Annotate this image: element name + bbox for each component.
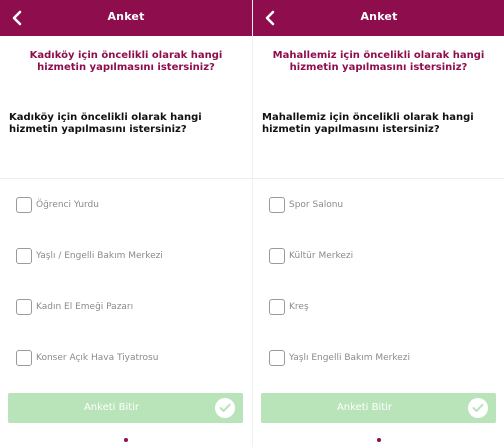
finish-survey-button[interactable]: Anketi Bitir xyxy=(8,393,243,423)
survey-screen: Anket Kadıköy için öncelikli olarak hang… xyxy=(0,0,252,447)
divider xyxy=(0,178,252,179)
header-title: Anket xyxy=(360,10,398,23)
check-circle-icon xyxy=(468,398,488,418)
option-label: Kültür Merkezi xyxy=(289,251,354,261)
divider xyxy=(253,178,504,179)
survey-screens: Anket Kadıköy için öncelikli olarak hang… xyxy=(0,0,504,447)
question-text: Mahallemiz için öncelikli olarak hangi h… xyxy=(262,112,474,135)
option-item[interactable]: Kadın El Emeği Pazarı xyxy=(16,296,244,318)
finish-survey-label: Anketi Bitir xyxy=(83,402,140,413)
option-item[interactable]: Spor Salonu xyxy=(269,194,496,216)
option-label: Kreş xyxy=(289,302,309,312)
option-checkbox[interactable] xyxy=(269,299,285,315)
option-label: Öğrenci Yurdu xyxy=(36,200,99,210)
app-header: Anket xyxy=(253,0,504,36)
option-item[interactable]: Konser Açık Hava Tiyatrosu xyxy=(16,347,244,369)
option-checkbox[interactable] xyxy=(16,350,32,366)
option-checkbox[interactable] xyxy=(269,248,285,264)
option-item[interactable]: Yaşlı / Engelli Bakım Merkezi xyxy=(16,245,244,267)
option-label: Konser Açık Hava Tiyatrosu xyxy=(36,353,159,363)
page-indicator-dot xyxy=(124,438,128,442)
option-label: Yaşlı Engelli Bakım Merkezi xyxy=(289,353,411,363)
check-circle-icon xyxy=(215,398,235,418)
option-checkbox[interactable] xyxy=(16,299,32,315)
option-checkbox[interactable] xyxy=(16,248,32,264)
question-heading: Mahallemiz için öncelikli olarak hangi h… xyxy=(272,50,485,73)
page-indicator-dot xyxy=(377,438,381,442)
question-text: Kadıköy için öncelikli olarak hangi hizm… xyxy=(9,112,202,135)
finish-survey-label: Anketi Bitir xyxy=(336,402,393,413)
option-checkbox[interactable] xyxy=(269,350,285,366)
finish-survey-button[interactable]: Anketi Bitir xyxy=(261,393,496,423)
option-label: Yaşlı / Engelli Bakım Merkezi xyxy=(36,251,163,261)
option-checkbox[interactable] xyxy=(269,197,285,213)
option-label: Kadın El Emeği Pazarı xyxy=(36,302,134,312)
app-header: Anket xyxy=(0,0,252,36)
option-checkbox[interactable] xyxy=(16,197,32,213)
option-item[interactable]: Kreş xyxy=(269,296,496,318)
survey-screen: Anket Mahallemiz için öncelikli olarak h… xyxy=(252,0,504,447)
header-title: Anket xyxy=(107,10,145,23)
option-item[interactable]: Kültür Merkezi xyxy=(269,245,496,267)
option-item[interactable]: Yaşlı Engelli Bakım Merkezi xyxy=(269,347,496,369)
question-heading: Kadıköy için öncelikli olarak hangi hizm… xyxy=(29,50,223,73)
option-label: Spor Salonu xyxy=(289,200,344,210)
option-item[interactable]: Öğrenci Yurdu xyxy=(16,194,244,216)
